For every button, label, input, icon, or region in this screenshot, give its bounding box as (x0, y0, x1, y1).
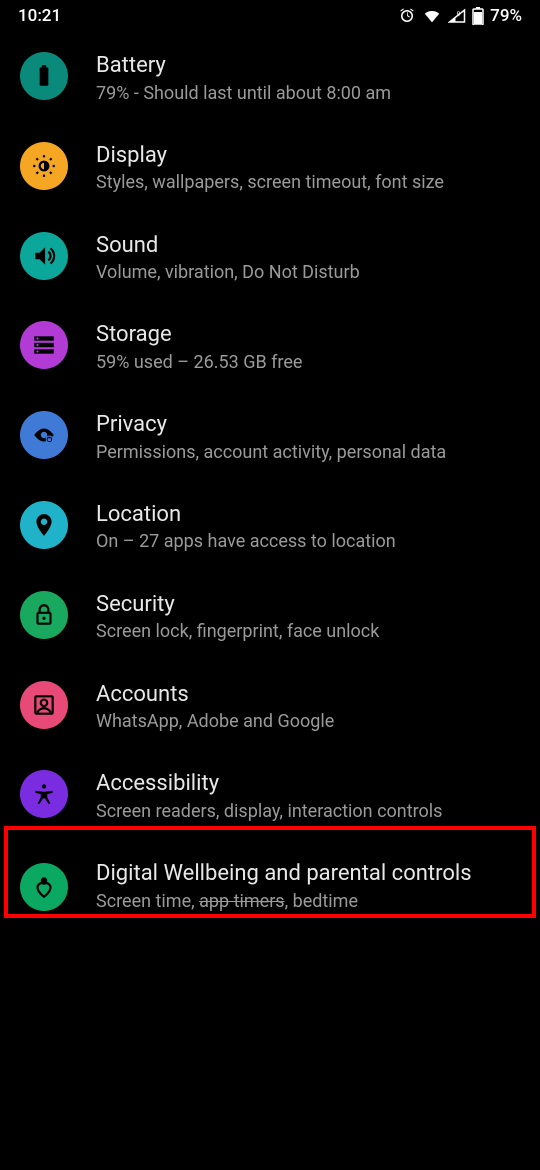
item-subtitle: 79% - Should last until about 8:00 am (96, 82, 520, 106)
storage-icon (20, 321, 68, 369)
svg-text:R: R (457, 11, 461, 17)
settings-item-accounts[interactable]: Accounts WhatsApp, Adobe and Google (0, 663, 540, 753)
item-text: Battery 79% - Should last until about 8:… (96, 50, 520, 106)
item-title: Accounts (96, 681, 520, 709)
item-text: Display Styles, wallpapers, screen timeo… (96, 140, 520, 196)
item-title: Security (96, 591, 520, 619)
wellbeing-icon (20, 863, 68, 911)
battery-icon (472, 7, 484, 25)
accessibility-icon (20, 770, 68, 818)
settings-item-display[interactable]: Display Styles, wallpapers, screen timeo… (0, 124, 540, 214)
item-text: Location On – 27 apps have access to loc… (96, 499, 520, 555)
item-subtitle: Permissions, account activity, personal … (96, 441, 520, 465)
settings-list: Battery 79% - Should last until about 8:… (0, 28, 540, 932)
item-title: Storage (96, 321, 520, 349)
item-text: Sound Volume, vibration, Do Not Disturb (96, 230, 520, 286)
alarm-icon (398, 7, 416, 25)
item-subtitle: 59% used – 26.53 GB free (96, 351, 520, 375)
status-time: 10:21 (18, 6, 61, 26)
item-text: Accessibility Screen readers, display, i… (96, 768, 520, 824)
status-bar: 10:21 R 79% (0, 0, 540, 28)
item-subtitle: Screen readers, display, interaction con… (96, 800, 520, 824)
sound-icon (20, 232, 68, 280)
settings-item-accessibility[interactable]: Accessibility Screen readers, display, i… (0, 752, 540, 842)
item-title: Privacy (96, 411, 520, 439)
location-icon (20, 501, 68, 549)
item-title: Display (96, 142, 520, 170)
item-subtitle: Screen time, app timers, bedtime (96, 890, 520, 914)
settings-item-battery[interactable]: Battery 79% - Should last until about 8:… (0, 34, 540, 124)
settings-item-sound[interactable]: Sound Volume, vibration, Do Not Disturb (0, 214, 540, 304)
battery-percent: 79% (490, 6, 522, 26)
settings-item-security[interactable]: Security Screen lock, fingerprint, face … (0, 573, 540, 663)
item-subtitle: On – 27 apps have access to location (96, 530, 520, 554)
battery-icon (20, 52, 68, 100)
item-text: Privacy Permissions, account activity, p… (96, 409, 520, 465)
item-subtitle: WhatsApp, Adobe and Google (96, 710, 520, 734)
wifi-icon (422, 8, 442, 24)
item-subtitle: Screen lock, fingerprint, face unlock (96, 620, 520, 644)
item-title: Battery (96, 52, 520, 80)
display-icon (20, 142, 68, 190)
settings-item-wellbeing[interactable]: Digital Wellbeing and parental controls … (0, 842, 540, 932)
item-text: Digital Wellbeing and parental controls … (96, 858, 520, 914)
item-text: Accounts WhatsApp, Adobe and Google (96, 679, 520, 735)
settings-item-location[interactable]: Location On – 27 apps have access to loc… (0, 483, 540, 573)
item-text: Storage 59% used – 26.53 GB free (96, 319, 520, 375)
item-title: Location (96, 501, 520, 529)
item-subtitle: Volume, vibration, Do Not Disturb (96, 261, 520, 285)
status-icons: R 79% (398, 6, 522, 26)
item-title: Digital Wellbeing and parental controls (96, 860, 520, 888)
item-subtitle: Styles, wallpapers, screen timeout, font… (96, 171, 520, 195)
signal-icon: R (448, 8, 466, 24)
settings-item-privacy[interactable]: Privacy Permissions, account activity, p… (0, 393, 540, 483)
settings-item-storage[interactable]: Storage 59% used – 26.53 GB free (0, 303, 540, 393)
item-text: Security Screen lock, fingerprint, face … (96, 589, 520, 645)
item-title: Accessibility (96, 770, 520, 798)
security-icon (20, 591, 68, 639)
item-title: Sound (96, 232, 520, 260)
privacy-icon (20, 411, 68, 459)
accounts-icon (20, 681, 68, 729)
